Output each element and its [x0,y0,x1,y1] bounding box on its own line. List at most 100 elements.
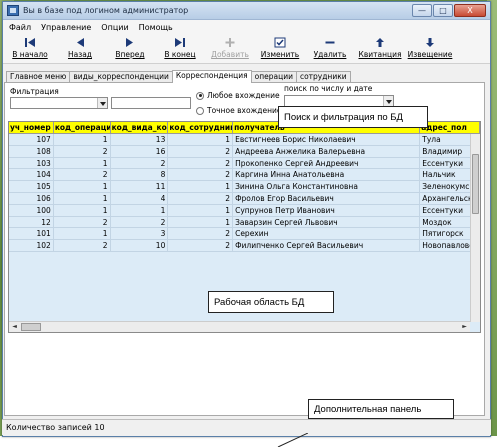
last-record-button[interactable]: В конец [155,35,205,59]
cell: 13 [111,134,169,145]
first-record-label: В начало [12,50,48,59]
radio-exact-dot [196,106,204,115]
tab-main-menu[interactable]: Главное меню [6,71,71,82]
cell: 106 [9,192,54,204]
cell: 1 [54,181,111,192]
cell: Заварзин Сергей Львович [233,216,421,228]
radio-any-match[interactable]: Любое вхождение [196,91,280,100]
cell: 11 [111,181,169,192]
filter-field-combo[interactable] [10,97,108,109]
table-row[interactable]: 106 1 4 2 Фролов Егор Васильевич Архангельск [9,192,480,205]
cell: 2 [168,169,234,181]
cell: 2 [168,145,234,157]
col-header-reg-number[interactable]: уч_номер [9,122,54,133]
table-row[interactable]: 104 2 8 2 Каргина Инна Анатольевна Нальчик [9,169,480,182]
cell: 105 [9,181,54,192]
cell: 1 [54,192,111,204]
delete-icon [324,36,337,48]
chevron-down-icon [97,98,107,108]
cell: 2 [54,216,111,228]
cell: 2 [168,228,234,240]
next-record-button[interactable]: Вперед [105,35,155,59]
col-header-employee-code[interactable]: код_сотрудника [168,122,234,133]
cell: 2 [111,216,169,228]
table-row[interactable]: 103 1 2 2 Прокопенко Сергей Андреевич Ессенту… [9,157,480,170]
radio-exact-match[interactable]: Точное вхождение [196,106,282,115]
cell: 108 [9,145,54,157]
tab-employees[interactable]: сотрудники [295,71,351,82]
edit-icon [274,36,287,48]
table-row[interactable]: 12 2 2 1 Заварзин Сергей Львович Моздок [9,216,480,229]
cell: 107 [9,134,54,145]
cell: 2 [111,157,169,169]
filter-text-input[interactable] [111,97,191,109]
close-button[interactable]: X [454,4,486,17]
table-row[interactable]: 101 1 3 2 Серехин Пятигорск [9,228,480,241]
receipt-button[interactable]: Квитанция [355,35,405,59]
horizontal-scroll-thumb[interactable] [21,323,41,331]
col-header-operation-code[interactable]: код_операции [54,122,111,133]
cell: 2 [168,157,234,169]
cell: 1 [111,204,169,216]
vertical-scroll-thumb[interactable] [472,154,479,214]
table-row[interactable]: 102 2 10 2 Филипченко Сергей Васильевич Новоп… [9,240,480,252]
menu-manage[interactable]: Управление [41,23,91,32]
maximize-button[interactable]: □ [433,4,453,17]
col-header-type-code[interactable]: код_вида_кор [111,122,169,133]
toolbar: В начало Назад Вперед В конец Добавить И… [3,35,490,64]
cell: 2 [168,240,234,251]
radio-any-dot [196,91,204,100]
notice-button[interactable]: Извещение [405,35,455,59]
edit-record-button[interactable]: Изменить [255,35,305,59]
cell: 101 [9,228,54,240]
cell: 2 [54,240,111,251]
tab-strip: Главное меню виды_корреспонденции Коррес… [6,70,351,83]
table-row[interactable]: 105 1 11 1 Зинина Ольга Константиновна Зелено… [9,181,480,193]
cell: 2 [168,192,234,204]
callout-pointer-line [277,433,308,447]
cell: 4 [111,192,169,204]
notice-label: Извещение [407,50,453,59]
cell: 2 [54,169,111,181]
filter-label: Фильтрация [10,87,59,96]
scroll-right-icon[interactable]: ► [460,323,469,331]
tab-operations[interactable]: операции [250,71,297,82]
cell: 1 [168,216,234,228]
first-icon [24,36,37,48]
scroll-left-icon[interactable]: ◄ [10,323,19,331]
cell: 102 [9,240,54,251]
grid-vertical-scrollbar[interactable] [470,134,480,322]
title-bar: Вы в базе под логином администратор — □ … [3,2,490,20]
delete-record-button[interactable]: Удалить [305,35,355,59]
cell: Зинина Ольга Константиновна [233,181,421,192]
tab-correspondence[interactable]: Корреспонденция [171,70,252,83]
menu-help[interactable]: Помощь [139,23,173,32]
search-filter-callout: Поиск и фильтрация по БД [278,106,428,128]
cell: Супрунов Петр Иванович [233,204,421,216]
cell: Прокопенко Сергей Андреевич [233,157,421,169]
cell: Филипченко Сергей Васильевич [233,240,421,251]
col-header-recipient-address[interactable]: адрес_пол [420,122,480,133]
tab-correspondence-types[interactable]: виды_корреспонденции [69,71,173,82]
cell: 1 [54,157,111,169]
status-bar: Количество записей 10 [2,419,491,435]
menu-options[interactable]: Опции [101,23,128,32]
add-record-label: Добавить [211,50,249,59]
table-row[interactable]: 100 1 1 1 Супрунов Петр Иванович Ессентуки [9,204,480,217]
table-row[interactable]: 107 1 13 1 Евстигнеев Борис Николаевич Тула [9,134,480,146]
add-record-button[interactable]: Добавить [205,35,255,59]
table-row[interactable]: 108 2 16 2 Андреева Анжелика Валерьевна Влади… [9,145,480,158]
cell: 103 [9,157,54,169]
receipt-icon [374,36,387,48]
cell: 1 [168,134,234,145]
prev-record-button[interactable]: Назад [55,35,105,59]
grid-horizontal-scrollbar[interactable]: ◄ ► [9,321,470,332]
minimize-button[interactable]: — [412,4,432,17]
first-record-button[interactable]: В начало [5,35,55,59]
cell: 12 [9,216,54,228]
menu-file[interactable]: Файл [9,23,31,32]
cell: Фролов Егор Васильевич [233,192,421,204]
cell: 16 [111,145,169,157]
next-record-label: Вперед [115,50,145,59]
cell: 10 [111,240,169,251]
